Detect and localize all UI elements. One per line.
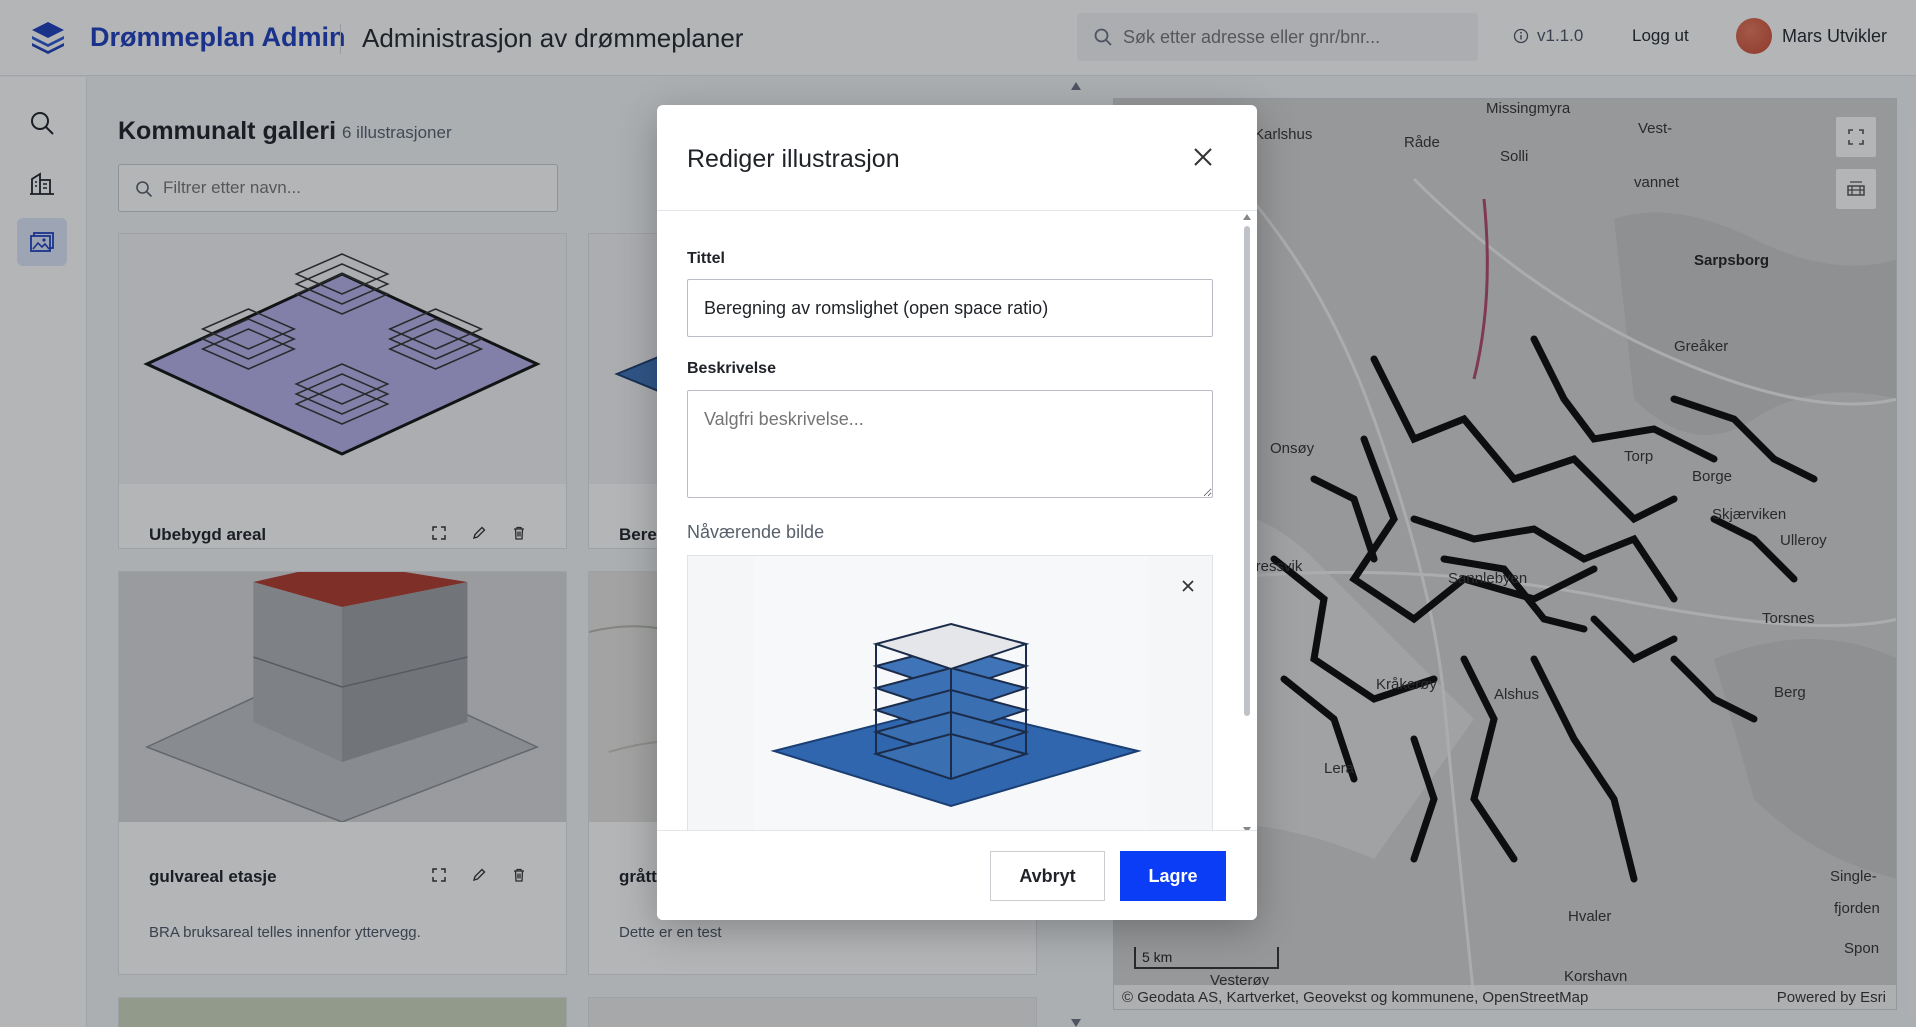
current-image-preview xyxy=(687,555,1213,835)
close-icon xyxy=(1182,580,1194,592)
close-button[interactable] xyxy=(1187,141,1219,173)
description-label: Beskrivelse xyxy=(687,360,776,377)
edit-illustration-dialog: Rediger illustrasjon Tittel Beskrivelse … xyxy=(657,105,1257,920)
dialog-title: Rediger illustrasjon xyxy=(687,145,900,173)
title-input[interactable] xyxy=(687,279,1213,337)
cancel-button[interactable]: Avbryt xyxy=(990,851,1105,901)
dialog-scrollbar[interactable] xyxy=(1241,212,1253,835)
title-label: Tittel xyxy=(687,250,725,267)
current-image-label: Nåværende bilde xyxy=(687,522,825,542)
dialog-header: Rediger illustrasjon xyxy=(657,105,1257,211)
close-icon xyxy=(1194,148,1212,166)
illustration-image xyxy=(754,556,1148,835)
remove-image-button[interactable] xyxy=(1174,572,1202,600)
save-button[interactable]: Lagre xyxy=(1120,851,1226,901)
dialog-footer: Avbryt Lagre xyxy=(657,830,1257,920)
description-textarea[interactable] xyxy=(687,390,1213,498)
dialog-body: Tittel Beskrivelse Nåværende bilde xyxy=(657,212,1257,835)
